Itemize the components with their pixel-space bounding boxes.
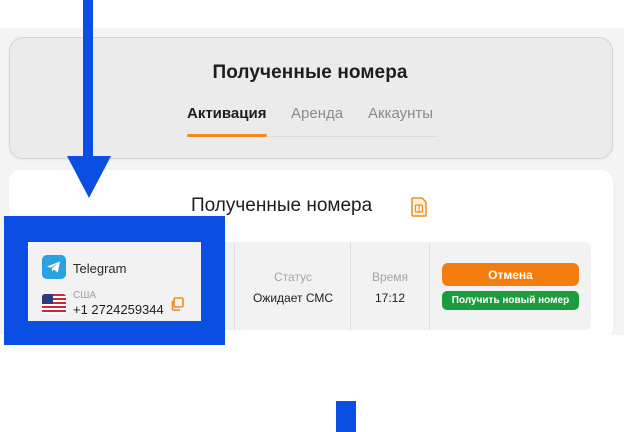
header-card	[9, 37, 613, 159]
get-new-number-button[interactable]: Получить новый номер	[442, 291, 579, 310]
time-value: 17:12	[374, 291, 406, 305]
sim-card-icon	[411, 197, 427, 217]
active-tab-indicator	[187, 134, 267, 137]
page-top-background	[0, 0, 624, 28]
page-title: Полученные номера	[212, 62, 408, 83]
cancel-button[interactable]: Отмена	[442, 263, 579, 286]
tab-rent[interactable]: Аренда	[291, 105, 343, 122]
annotation-arrow-down-icon	[67, 156, 111, 198]
column-divider	[350, 242, 351, 330]
column-divider	[234, 242, 235, 330]
status-value: Ожидает СМС	[252, 291, 334, 305]
annotation-arrow-shaft	[83, 0, 93, 160]
status-label: Статус	[274, 270, 312, 284]
tab-accounts[interactable]: Аккаунты	[368, 105, 433, 122]
tab-activation[interactable]: Активация	[187, 105, 266, 122]
annotation-highlight-bottom	[4, 321, 225, 345]
column-divider	[429, 242, 430, 330]
time-label: Время	[371, 270, 409, 284]
section-title: Полученные номера	[191, 195, 373, 216]
annotation-marker	[336, 401, 356, 432]
